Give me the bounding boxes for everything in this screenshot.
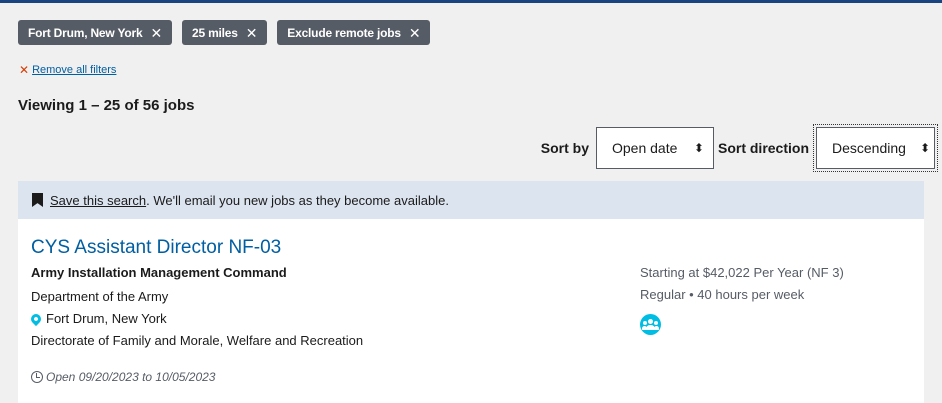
filter-chips: Fort Drum, New York ✕ 25 miles ✕ Exclude… <box>18 20 431 45</box>
sort-direction-label: Sort direction <box>717 140 809 156</box>
sort-by-value: Open date <box>611 140 678 156</box>
job-schedule: Regular • 40 hours per week <box>640 287 805 302</box>
sort-direction-select[interactable]: Descending ⬍ <box>813 124 938 172</box>
job-title-link[interactable]: CYS Assistant Director NF-03 <box>31 237 281 259</box>
sort-by-select[interactable]: Open date ⬍ <box>595 127 714 169</box>
job-open-dates: Open 09/20/2023 to 10/05/2023 <box>31 370 215 384</box>
clock-icon <box>31 371 43 383</box>
filter-chip-radius[interactable]: 25 miles ✕ <box>181 20 268 45</box>
close-icon: ✕ <box>19 63 30 77</box>
sort-by-label: Sort by <box>540 140 589 156</box>
map-pin-icon <box>28 311 44 326</box>
filter-chip-label: Exclude remote jobs <box>287 25 401 40</box>
group-icon[interactable] <box>640 314 661 335</box>
job-department: Department of the Army <box>31 289 169 304</box>
job-card: CYS Assistant Director NF-03 Army Instal… <box>18 219 924 403</box>
results-count: Viewing 1 – 25 of 56 jobs <box>18 97 195 114</box>
filter-chip-label: 25 miles <box>191 25 238 40</box>
sort-controls: Sort by Open date ⬍ Sort direction Desce… <box>540 124 938 172</box>
job-location-text: Fort Drum, New York <box>46 311 167 326</box>
bookmark-icon <box>32 193 43 207</box>
save-search-banner: Save this search . We'll email you new j… <box>18 181 924 219</box>
job-open-dates-text: Open 09/20/2023 to 10/05/2023 <box>46 370 216 384</box>
job-location: Fort Drum, New York <box>28 311 167 326</box>
sort-caret-icon: ⬍ <box>919 141 930 155</box>
job-agency: Army Installation Management Command <box>31 265 287 280</box>
top-border <box>0 0 942 3</box>
close-icon[interactable]: ✕ <box>150 26 162 40</box>
filter-chip-label: Fort Drum, New York <box>28 25 143 40</box>
save-search-text: . We'll email you new jobs as they becom… <box>146 192 449 208</box>
close-icon[interactable]: ✕ <box>409 26 421 40</box>
remove-all-filters-link[interactable]: ✕ Remove all filters <box>19 63 116 77</box>
remove-all-filters-label[interactable]: Remove all filters <box>32 64 116 76</box>
job-directorate: Directorate of Family and Morale, Welfar… <box>31 333 364 348</box>
job-salary: Starting at $42,022 Per Year (NF 3) <box>640 265 844 280</box>
sort-direction-value: Descending <box>832 140 906 156</box>
filter-chip-remote[interactable]: Exclude remote jobs ✕ <box>277 20 431 45</box>
sort-caret-icon: ⬍ <box>693 141 704 155</box>
save-search-link[interactable]: Save this search <box>50 193 146 208</box>
close-icon[interactable]: ✕ <box>246 26 258 40</box>
filter-chip-location[interactable]: Fort Drum, New York ✕ <box>18 20 172 45</box>
